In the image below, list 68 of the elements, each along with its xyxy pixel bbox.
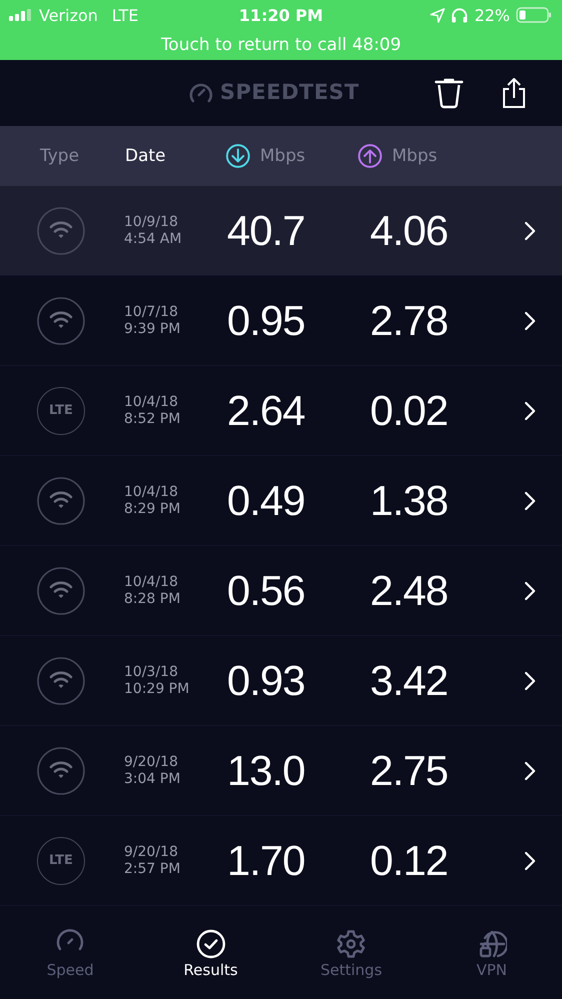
result-date: 9/20/18	[124, 754, 179, 770]
upload-speed: 0.12	[370, 836, 449, 884]
chevron-right-icon	[524, 850, 536, 870]
wifi-icon	[37, 296, 85, 344]
download-speed: 40.7	[227, 206, 306, 254]
chevron-right-icon	[524, 490, 536, 510]
result-time: 8:52 PM	[124, 410, 182, 428]
chevron-right-icon	[524, 400, 536, 420]
chevron-right-icon	[524, 670, 536, 690]
download-speed: 2.64	[227, 386, 306, 434]
result-time: 10:29 PM	[124, 680, 190, 698]
download-speed: 0.93	[227, 656, 306, 704]
wifi-icon	[37, 566, 85, 614]
upload-speed: 2.75	[370, 746, 449, 794]
chevron-right-icon	[524, 760, 536, 780]
download-speed: 0.95	[227, 296, 306, 344]
upload-speed: 0.02	[370, 386, 449, 434]
clock: 11:20 PM	[238, 6, 324, 25]
signal-icon	[9, 9, 33, 21]
column-header[interactable]: Date	[125, 146, 166, 166]
result-time: 4:54 AM	[124, 230, 183, 248]
network-badge: LTE	[37, 386, 85, 434]
result-date: 10/7/18	[124, 304, 179, 320]
result-time: 2:57 PM	[124, 860, 182, 878]
result-date: 9/20/18	[124, 844, 179, 860]
result-time: 8:29 PM	[124, 500, 182, 518]
result-time: 3:04 PM	[124, 770, 182, 788]
result-date: 10/3/18	[124, 664, 179, 680]
location-arrow-icon	[430, 8, 446, 22]
result-row[interactable]: 10/9/18 4:54 AM 40.7 4.06	[0, 186, 562, 276]
app-logo: SPEEDTEST	[220, 80, 360, 104]
column-header[interactable]: Mbps	[392, 146, 438, 166]
gear-icon	[336, 929, 366, 959]
download-speed: 1.70	[227, 836, 306, 884]
chevron-right-icon	[524, 220, 536, 240]
download-speed: 0.49	[227, 476, 306, 524]
battery-percent: 22%	[474, 6, 510, 24]
column-header[interactable]: Type	[40, 146, 80, 166]
result-time: 9:39 PM	[124, 320, 182, 338]
check-circle-icon	[196, 929, 226, 959]
upload-speed: 2.48	[370, 566, 449, 614]
wifi-icon	[37, 476, 85, 524]
upload-speed: 3.42	[370, 656, 449, 704]
upload-speed: 1.38	[370, 476, 449, 524]
upload-speed: 4.06	[370, 206, 449, 254]
column-header[interactable]: Mbps	[260, 146, 306, 166]
carrier-name: Verizon	[39, 6, 98, 24]
upload-speed: 2.78	[370, 296, 449, 344]
chevron-right-icon	[524, 580, 536, 600]
download-speed: 13.0	[227, 746, 306, 794]
trash-icon[interactable]	[434, 77, 464, 109]
gauge-icon	[188, 81, 214, 103]
wifi-icon	[37, 746, 85, 794]
battery-icon	[516, 7, 552, 23]
result-date: 10/4/18	[124, 394, 179, 410]
wifi-icon	[37, 656, 85, 704]
network-type: LTE	[112, 6, 138, 24]
result-date: 10/4/18	[124, 574, 179, 590]
chevron-right-icon	[524, 310, 536, 330]
tab-results[interactable]: Results	[140, 929, 281, 979]
share-icon[interactable]	[502, 77, 526, 109]
result-date: 10/9/18	[124, 214, 179, 230]
result-time: 8:28 PM	[124, 590, 182, 608]
wifi-icon	[37, 206, 85, 254]
headphones-icon	[451, 7, 468, 23]
download-speed: 0.56	[227, 566, 306, 614]
network-badge: LTE	[37, 836, 85, 884]
result-date: 10/4/18	[124, 484, 179, 500]
